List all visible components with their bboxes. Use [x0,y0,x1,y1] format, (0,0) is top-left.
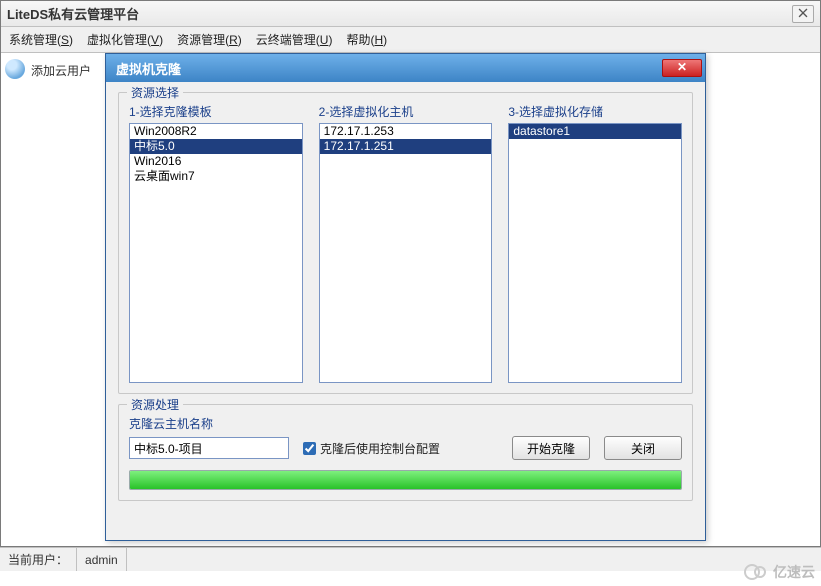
console-config-label: 克隆后使用控制台配置 [320,440,440,457]
close-button[interactable]: 关闭 [604,436,682,460]
console-config-checkbox-wrap[interactable]: 克隆后使用控制台配置 [303,440,440,457]
start-clone-button[interactable]: 开始克隆 [512,436,590,460]
menu-system[interactable]: 系统管理(S) [9,31,73,48]
status-bar: 当前用户： admin [0,547,821,571]
dialog-title: 虚拟机克隆 [116,59,181,78]
datastore-listbox[interactable]: datastore1 [508,123,682,383]
dialog-close-button[interactable]: ✕ [662,59,702,77]
host-col-label: 2-选择虚拟化主机 [319,103,493,120]
sidebar-add-user-label: 添加云用户 [31,59,91,79]
progress-bar [129,470,682,490]
list-item[interactable]: Win2008R2 [130,124,302,139]
datastore-col-label: 3-选择虚拟化存储 [508,103,682,120]
host-listbox[interactable]: 172.17.1.253172.17.1.251 [319,123,493,383]
resource-process-group: 资源处理 克隆云主机名称 克隆后使用控制台配置 开始克隆 关闭 [118,404,693,501]
template-col-label: 1-选择克隆模板 [129,103,303,120]
watermark-icon [744,563,770,581]
menu-virtualization[interactable]: 虚拟化管理(V) [87,31,163,48]
menu-bar: 系统管理(S) 虚拟化管理(V) 资源管理(R) 云终端管理(U) 帮助(H) [1,27,820,53]
system-close-button[interactable]: ⨉ [792,5,814,23]
watermark-text: 亿速云 [773,562,815,582]
watermark: 亿速云 [744,562,815,582]
console-config-checkbox[interactable] [303,442,316,455]
menu-help[interactable]: 帮助(H) [346,31,387,48]
menu-resources[interactable]: 资源管理(R) [177,31,242,48]
status-user-label: 当前用户： [0,548,77,571]
list-item[interactable]: Win2016 [130,154,302,169]
client-area: 添加云用户 虚拟机克隆 ✕ 资源选择 1-选择克隆模板 Win2008R2中标5… [1,53,820,546]
list-item[interactable]: 中标5.0 [130,139,302,154]
template-listbox[interactable]: Win2008R2中标5.0Win2016云桌面win7 [129,123,303,383]
dialog-title-bar: 虚拟机克隆 ✕ [106,54,705,82]
window-title: LiteDS私有云管理平台 [7,4,139,23]
menu-terminal[interactable]: 云终端管理(U) [256,31,333,48]
progress-fill [130,471,681,489]
list-item[interactable]: 172.17.1.253 [320,124,492,139]
title-bar: LiteDS私有云管理平台 ⨉ [1,1,820,27]
hostname-label: 克隆云主机名称 [129,415,682,432]
list-item[interactable]: 172.17.1.251 [320,139,492,154]
hostname-input[interactable] [129,437,289,459]
list-item[interactable]: 云桌面win7 [130,169,302,184]
resource-process-legend: 资源处理 [127,396,183,413]
status-user-value: admin [77,548,127,571]
clone-dialog: 虚拟机克隆 ✕ 资源选择 1-选择克隆模板 Win2008R2中标5.0Win2… [105,53,706,541]
resource-select-group: 资源选择 1-选择克隆模板 Win2008R2中标5.0Win2016云桌面wi… [118,92,693,394]
main-window: LiteDS私有云管理平台 ⨉ 系统管理(S) 虚拟化管理(V) 资源管理(R)… [0,0,821,547]
avatar-icon [5,59,25,79]
sidebar-add-user[interactable]: 添加云用户 [1,53,104,546]
list-item[interactable]: datastore1 [509,124,681,139]
resource-select-legend: 资源选择 [127,84,183,101]
